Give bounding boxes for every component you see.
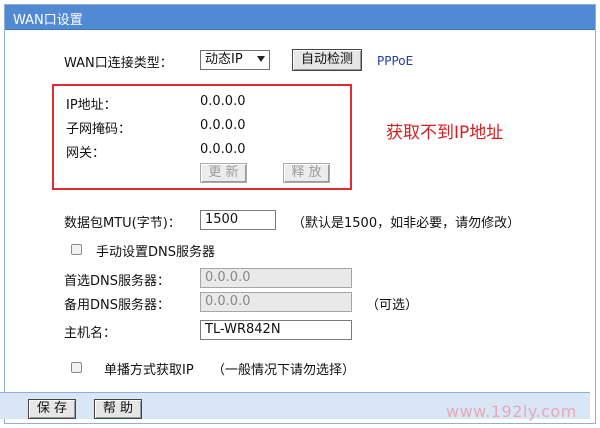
connection-type-select[interactable]: 动态IP — [200, 50, 270, 70]
unicast-note: （一般情况下请勿选择） — [212, 363, 356, 378]
ip-address-label: IP地址： — [66, 98, 117, 113]
subnet-mask-value: 0.0.0.0 — [200, 118, 246, 133]
optional-note: （可选） — [366, 298, 419, 313]
watermark: www.192ly.com — [446, 402, 577, 421]
mtu-hint: （默认是1500，如非必要，请勿修改） — [292, 216, 521, 231]
chevron-down-icon — [257, 56, 265, 62]
save-button[interactable]: 保 存 — [28, 399, 76, 419]
primary-dns-label: 首选DNS服务器： — [64, 274, 170, 289]
secondary-dns-input[interactable]: 0.0.0.0 — [200, 292, 352, 312]
release-button[interactable]: 释 放 — [283, 163, 330, 183]
gateway-value: 0.0.0.0 — [200, 142, 246, 157]
manual-dns-checkbox[interactable] — [71, 244, 82, 255]
connection-type-value: 动态IP — [205, 52, 243, 67]
gateway-label: 网关： — [66, 146, 106, 161]
detected-type: PPPoE — [377, 54, 414, 68]
connection-type-label: WAN口连接类型： — [64, 56, 173, 71]
annotation-text: 获取不到IP地址 — [386, 123, 504, 143]
help-button[interactable]: 帮 助 — [94, 399, 142, 419]
hostname-input[interactable]: TL-WR842N — [200, 320, 352, 340]
mtu-label: 数据包MTU(字节)： — [64, 216, 181, 231]
auto-detect-button[interactable]: 自动检测 — [292, 49, 362, 71]
mtu-input[interactable]: 1500 — [200, 210, 276, 230]
subnet-mask-label: 子网掩码： — [66, 122, 132, 137]
ip-address-value: 0.0.0.0 — [200, 94, 246, 109]
renew-button[interactable]: 更 新 — [200, 163, 247, 183]
unicast-label: 单播方式获取IP — [104, 363, 194, 378]
page-title: WAN口设置 — [13, 13, 83, 28]
primary-dns-input[interactable]: 0.0.0.0 — [200, 268, 352, 288]
secondary-dns-label: 备用DNS服务器： — [64, 298, 170, 313]
title-bar: WAN口设置 — [5, 5, 595, 30]
hostname-label: 主机名： — [64, 326, 117, 341]
unicast-checkbox[interactable] — [71, 362, 82, 373]
manual-dns-label: 手动设置DNS服务器 — [96, 245, 215, 260]
